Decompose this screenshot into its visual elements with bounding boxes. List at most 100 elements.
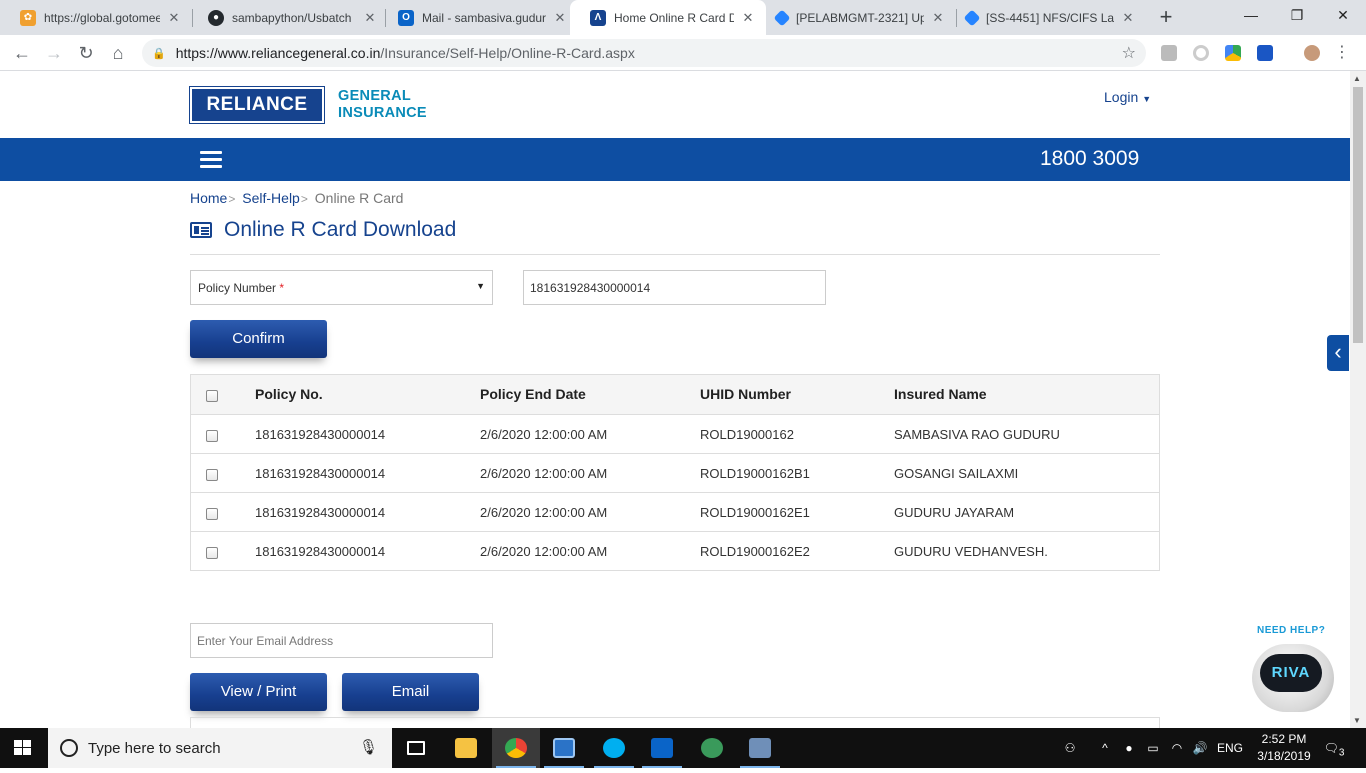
policy-table: Policy No. Policy End Date UHID Number I… — [190, 374, 1160, 571]
reload-icon[interactable]: ↻ — [74, 41, 98, 65]
globe-icon[interactable] — [688, 728, 736, 768]
row-checkbox[interactable] — [206, 469, 218, 481]
new-tab-button[interactable]: + — [1154, 5, 1178, 29]
need-help-label: NEED HELP? — [1257, 625, 1326, 636]
forward-icon[interactable]: → — [42, 41, 66, 65]
lock-icon: 🔒 — [152, 47, 166, 60]
browser-tab[interactable]: [SS-4451] NFS/CIFS Lab ✕ — [946, 0, 1146, 35]
close-window-button[interactable]: ✕ — [1320, 0, 1366, 30]
dropdown-arrow-icon: ▼ — [476, 281, 485, 291]
policy-number-input[interactable]: 181631928430000014 — [523, 270, 826, 305]
microphone-icon[interactable]: 🎙 — [359, 738, 378, 756]
maximize-button[interactable]: ❐ — [1274, 0, 1320, 30]
breadcrumb-self-help[interactable]: Self-Help — [242, 190, 300, 206]
reliance-icon: Λ — [590, 9, 606, 26]
row-checkbox[interactable] — [206, 547, 218, 559]
close-tab-icon[interactable]: ✕ — [362, 10, 378, 26]
browser-tab[interactable]: ✿ https://global.gotomee ✕ — [0, 0, 192, 35]
view-print-button[interactable]: View / Print — [190, 673, 327, 711]
breadcrumb-current: Online R Card — [314, 190, 404, 206]
scroll-down-icon[interactable]: ▼ — [1353, 716, 1361, 725]
content-panel — [190, 717, 1160, 728]
riva-chatbot[interactable]: RIVA — [1250, 644, 1336, 716]
login-dropdown[interactable]: Login ▼ — [1104, 89, 1151, 105]
jira-icon — [963, 9, 981, 26]
general-insurance-logo-text: GENERAL INSURANCE — [338, 88, 427, 121]
row-checkbox[interactable] — [206, 508, 218, 520]
close-tab-icon[interactable]: ✕ — [930, 10, 946, 26]
network-status-icon[interactable]: ● — [1118, 728, 1140, 768]
bookmark-star-icon[interactable]: ☆ — [1122, 43, 1136, 63]
close-tab-icon[interactable]: ✕ — [552, 10, 568, 26]
notifications-icon[interactable]: 🗨3 — [1320, 728, 1348, 768]
email-button[interactable]: Email — [342, 673, 479, 711]
file-explorer-icon[interactable] — [442, 728, 490, 768]
email-input[interactable]: Enter Your Email Address — [190, 623, 493, 658]
menu-icon[interactable]: ⋮ — [1330, 41, 1354, 65]
cortana-icon — [60, 739, 78, 757]
close-tab-icon[interactable]: ✕ — [166, 10, 182, 26]
github-icon: ● — [208, 9, 224, 26]
outlook-icon: O — [398, 9, 414, 26]
home-icon[interactable]: ⌂ — [106, 41, 130, 65]
breadcrumb-home[interactable]: Home — [190, 190, 227, 206]
close-tab-icon[interactable]: ✕ — [740, 10, 756, 26]
extension-icon[interactable] — [1193, 45, 1209, 61]
task-view-icon[interactable] — [392, 728, 440, 768]
scrollbar-thumb[interactable] — [1353, 87, 1363, 343]
divider — [190, 254, 1160, 255]
close-tab-icon[interactable]: ✕ — [1120, 10, 1136, 26]
browser-tab[interactable]: ● sambapython/Usbatch ✕ — [188, 0, 388, 35]
jira-icon — [773, 9, 791, 26]
phone-number: 1800 3009 — [1040, 147, 1140, 170]
policy-type-select[interactable]: Policy Number * ▼ — [190, 270, 493, 305]
show-hidden-icons[interactable]: ^ — [1096, 728, 1114, 768]
browser-tab[interactable]: [PELABMGMT-2321] Up ✕ — [756, 0, 956, 35]
remote-desktop-icon[interactable] — [736, 728, 784, 768]
table-row: 181631928430000014 2/6/2020 12:00:00 AM … — [191, 414, 1159, 453]
scroll-up-icon[interactable]: ▲ — [1353, 74, 1361, 83]
window-taskbar-icon[interactable] — [540, 728, 588, 768]
minimize-button[interactable]: — — [1228, 0, 1274, 30]
taskbar-search[interactable]: Type here to search 🎙 — [48, 728, 392, 768]
gotomeeting-icon: ✿ — [20, 9, 36, 26]
web-page: RELIANCE GENERAL INSURANCE Login ▼ 1800 3… — [0, 71, 1350, 728]
extension-icon[interactable] — [1225, 45, 1241, 61]
profile-avatar[interactable] — [1304, 45, 1320, 61]
page-title: Online R Card Download — [190, 218, 456, 242]
table-row: 181631928430000014 2/6/2020 12:00:00 AM … — [191, 453, 1159, 492]
browser-tab-active[interactable]: Λ Home Online R Card Do ✕ — [570, 0, 766, 35]
windows-start-icon[interactable] — [14, 740, 32, 756]
people-icon[interactable]: ⚇ — [1058, 728, 1082, 768]
table-row: 181631928430000014 2/6/2020 12:00:00 AM … — [191, 492, 1159, 531]
main-nav-bar: 1800 3009 — [0, 138, 1350, 181]
battery-icon[interactable]: ▭ — [1142, 728, 1164, 768]
chevron-left-icon: ‹ — [1334, 339, 1342, 364]
row-checkbox[interactable] — [206, 430, 218, 442]
browser-tab-strip: ✿ https://global.gotomee ✕ ● sambapython… — [0, 0, 1366, 35]
chatbot-name: RIVA — [1260, 654, 1322, 692]
breadcrumb: Home> Self-Help> Online R Card — [190, 190, 404, 206]
side-panel-toggle[interactable]: ‹ — [1327, 335, 1349, 371]
address-bar[interactable]: 🔒 https://www.reliancegeneral.co.in/Insu… — [142, 39, 1146, 67]
windows-taskbar: Type here to search 🎙 ⚇ ^ ● ▭ ◠ 🔊 ENG 2:… — [0, 728, 1366, 768]
page-scrollbar[interactable]: ▲ ▼ — [1350, 71, 1366, 728]
search-extension-icon[interactable] — [1257, 45, 1273, 61]
browser-tab[interactable]: O Mail - sambasiva.gudur ✕ — [378, 0, 578, 35]
hamburger-menu-icon[interactable] — [200, 151, 222, 168]
language-indicator[interactable]: ENG — [1212, 728, 1248, 768]
caret-down-icon: ▼ — [1142, 94, 1152, 104]
wifi-icon[interactable]: ◠ — [1166, 728, 1188, 768]
select-all-checkbox[interactable] — [206, 390, 218, 402]
reliance-logo[interactable]: RELIANCE — [189, 86, 325, 124]
confirm-button[interactable]: Confirm — [190, 320, 327, 358]
volume-icon[interactable]: 🔊 — [1188, 728, 1212, 768]
chrome-taskbar-icon[interactable] — [492, 728, 540, 768]
extension-icon[interactable] — [1161, 45, 1177, 61]
id-card-icon — [190, 222, 212, 238]
browser-toolbar: ← → ↻ ⌂ 🔒 https://www.reliancegeneral.co… — [0, 35, 1366, 71]
back-icon[interactable]: ← — [10, 41, 34, 65]
system-clock[interactable]: 2:52 PM 3/18/2019 — [1254, 731, 1314, 765]
skype-icon[interactable] — [590, 728, 638, 768]
outlook-taskbar-icon[interactable] — [638, 728, 686, 768]
